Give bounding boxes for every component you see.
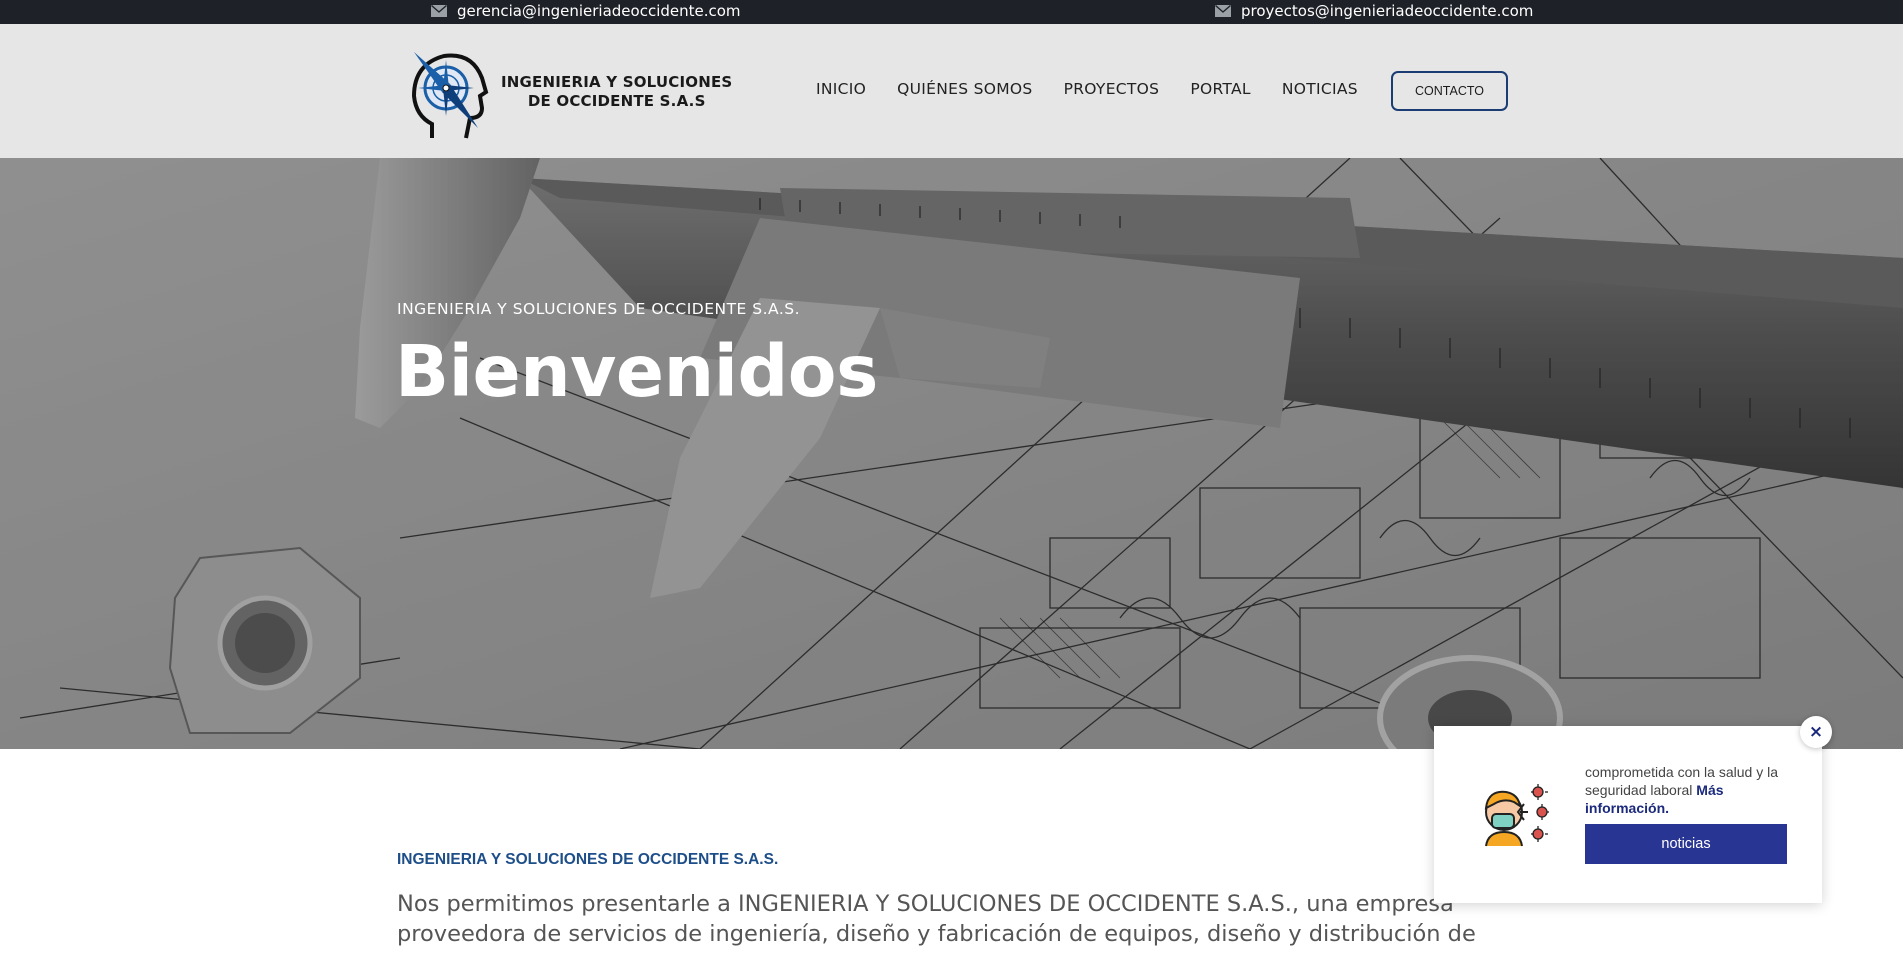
doctor-mask-virus-illustration [1484,784,1549,847]
email-right-text[interactable]: proyectos@ingenieriadeoccidente.com [1241,2,1533,20]
popup-message: comprometida con la salud y la seguridad… [1585,763,1805,817]
nav-item-quienes-somos[interactable]: QUIÉNES SOMOS [897,80,1032,98]
nav-item-inicio[interactable]: INICIO [816,80,866,98]
logo-line-1: INGENIERIA Y SOLUCIONES [501,73,733,91]
main-nav: INICIO QUIÉNES SOMOS PROYECTOS PORTAL NO… [816,80,1358,98]
intro-paragraph: Nos permitimos presentarle a INGENIERIA … [397,891,1476,947]
site-logo[interactable]: INGENIERIA Y SOLUCIONES DE OCCIDENTE S.A… [402,42,732,142]
hero-overlay [0,158,1903,749]
noticias-button[interactable]: noticias [1585,824,1787,864]
close-icon[interactable]: × [1800,716,1832,748]
section-label: INGENIERIA Y SOLUCIONES DE OCCIDENTE S.A… [397,851,779,868]
hero-banner: INGENIERIA Y SOLUCIONES DE OCCIDENTE S.A… [0,158,1903,749]
contact-email-right[interactable]: proyectos@ingenieriadeoccidente.com [1215,2,1533,20]
hero-title: Bienvenidos [395,330,878,413]
popup-text: comprometida con la salud y la seguridad… [1585,764,1778,798]
health-safety-popup: comprometida con la salud y la seguridad… [1434,726,1822,903]
nav-item-noticias[interactable]: NOTICIAS [1282,80,1358,98]
contact-email-left[interactable]: gerencia@ingenieriadeoccidente.com [431,2,741,20]
logo-text: INGENIERIA Y SOLUCIONES DE OCCIDENTE S.A… [501,73,732,111]
envelope-icon [431,5,447,17]
email-left-text[interactable]: gerencia@ingenieriadeoccidente.com [457,2,741,20]
contacto-button[interactable]: CONTACTO [1391,71,1508,111]
site-header: INGENIERIA Y SOLUCIONES DE OCCIDENTE S.A… [0,24,1903,158]
nav-item-portal[interactable]: PORTAL [1190,80,1251,98]
hero-subtitle: INGENIERIA Y SOLUCIONES DE OCCIDENTE S.A… [397,300,801,318]
nav-item-proyectos[interactable]: PROYECTOS [1064,80,1160,98]
envelope-icon [1215,5,1231,17]
compass-head-logo [411,52,489,139]
top-contact-bar: gerencia@ingenieriadeoccidente.com proye… [0,0,1903,24]
logo-line-2: DE OCCIDENTE S.A.S [527,92,706,110]
